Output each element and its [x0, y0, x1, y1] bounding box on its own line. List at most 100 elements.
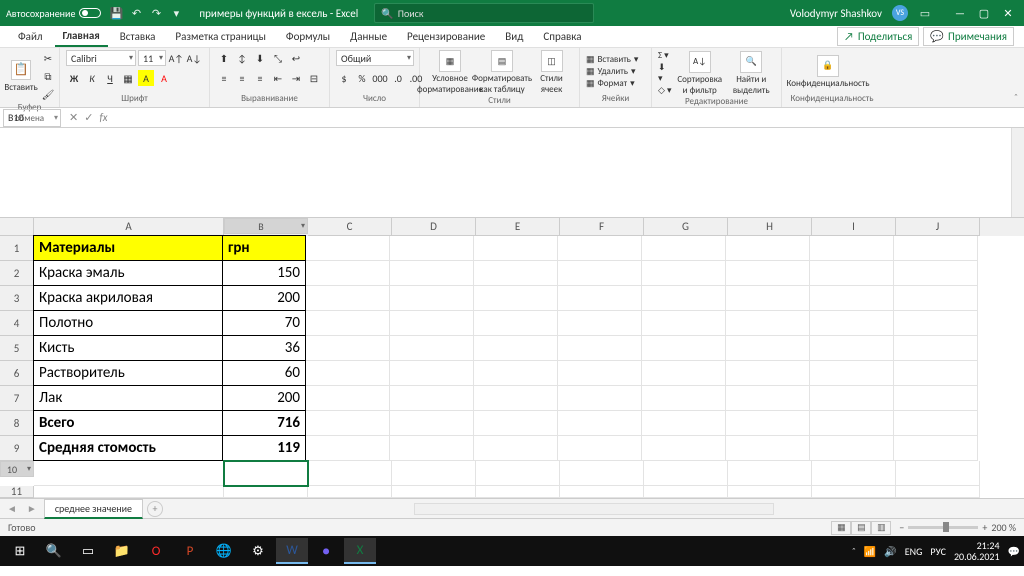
- cell[interactable]: [474, 411, 558, 436]
- cell[interactable]: Средняя стомость: [33, 435, 223, 461]
- cell[interactable]: [306, 436, 390, 461]
- row-header[interactable]: 6: [0, 361, 34, 386]
- increase-font-icon[interactable]: A↑: [168, 50, 184, 66]
- cell[interactable]: Краска акриловая: [33, 285, 223, 311]
- cancel-fx-icon[interactable]: ✕: [69, 111, 78, 124]
- cell[interactable]: 119: [222, 435, 306, 461]
- font-color-button[interactable]: A: [156, 70, 172, 86]
- cell[interactable]: [306, 411, 390, 436]
- word-icon[interactable]: W: [276, 538, 308, 564]
- column-header[interactable]: H: [728, 218, 812, 236]
- share-button[interactable]: ↗ Поделиться: [837, 27, 919, 46]
- avatar[interactable]: VS: [892, 5, 908, 21]
- cell[interactable]: 716: [222, 410, 306, 436]
- column-header[interactable]: I: [812, 218, 896, 236]
- cell[interactable]: [390, 311, 474, 336]
- conditional-format-button[interactable]: ▦Условное форматирование: [426, 50, 474, 95]
- cell[interactable]: [812, 486, 896, 498]
- italic-button[interactable]: К: [84, 70, 100, 86]
- settings-icon[interactable]: ⚙: [242, 538, 274, 564]
- cell[interactable]: [308, 461, 392, 486]
- font-size-select[interactable]: 11: [138, 50, 166, 66]
- cell[interactable]: [306, 286, 390, 311]
- cell[interactable]: [810, 236, 894, 261]
- cell[interactable]: [306, 236, 390, 261]
- cell[interactable]: [726, 436, 810, 461]
- tab-файл[interactable]: Файл: [10, 27, 51, 46]
- column-header[interactable]: B: [224, 218, 308, 234]
- fill-button[interactable]: ⬇ ▾: [658, 62, 672, 84]
- orientation-icon[interactable]: ⤡: [270, 50, 286, 66]
- row-header[interactable]: 10: [0, 461, 34, 477]
- cell[interactable]: [642, 311, 726, 336]
- cut-icon[interactable]: ✂: [40, 50, 56, 66]
- cell[interactable]: 70: [222, 310, 306, 336]
- cell[interactable]: [810, 436, 894, 461]
- ribbon-display-icon[interactable]: ▭: [918, 6, 932, 20]
- dec-inc-icon[interactable]: .0: [390, 70, 406, 86]
- chrome-icon[interactable]: 🌐: [208, 538, 240, 564]
- copy-icon[interactable]: ⧉: [40, 68, 56, 84]
- currency-icon[interactable]: $: [336, 70, 352, 86]
- align-bottom-icon[interactable]: ⬇: [252, 50, 268, 66]
- row-header[interactable]: 2: [0, 261, 34, 286]
- cell[interactable]: [390, 361, 474, 386]
- collapse-ribbon-icon[interactable]: ˆ: [1014, 91, 1018, 104]
- row-header[interactable]: 11: [0, 486, 34, 498]
- find-select-button[interactable]: 🔍Найти и выделить: [727, 51, 775, 96]
- cell[interactable]: Краска эмаль: [33, 260, 223, 286]
- cell-styles-button[interactable]: ◫Стили ячеек: [530, 50, 573, 95]
- cell[interactable]: [642, 336, 726, 361]
- cell[interactable]: [896, 461, 980, 486]
- cell[interactable]: [894, 336, 978, 361]
- delete-cells-button[interactable]: ▦ Удалить ▾: [586, 66, 638, 77]
- format-painter-icon[interactable]: 🖌: [40, 86, 56, 102]
- row-header[interactable]: 1: [0, 236, 34, 261]
- column-header[interactable]: C: [308, 218, 392, 236]
- cell[interactable]: [306, 311, 390, 336]
- cell[interactable]: [558, 436, 642, 461]
- fx-icon[interactable]: fx: [99, 111, 107, 124]
- redo-icon[interactable]: ↷: [149, 6, 163, 20]
- cell[interactable]: Кисть: [33, 335, 223, 361]
- cell[interactable]: 36: [222, 335, 306, 361]
- cell[interactable]: [894, 361, 978, 386]
- cell[interactable]: [894, 236, 978, 261]
- cell[interactable]: [726, 336, 810, 361]
- cell[interactable]: [476, 461, 560, 486]
- tab-данные[interactable]: Данные: [342, 27, 395, 46]
- comma-icon[interactable]: 000: [372, 70, 388, 86]
- cell[interactable]: [894, 286, 978, 311]
- cell[interactable]: [308, 486, 392, 498]
- cell[interactable]: [894, 311, 978, 336]
- tab-главная[interactable]: Главная: [55, 26, 108, 47]
- cell[interactable]: [224, 486, 308, 498]
- cell[interactable]: [810, 261, 894, 286]
- cell[interactable]: [726, 236, 810, 261]
- cell[interactable]: [810, 311, 894, 336]
- cell[interactable]: [894, 386, 978, 411]
- row-header[interactable]: 5: [0, 336, 34, 361]
- indent-dec-icon[interactable]: ⇤: [270, 70, 286, 86]
- cell[interactable]: Растворитель: [33, 360, 223, 386]
- cell[interactable]: грн: [222, 235, 306, 261]
- cell[interactable]: [642, 411, 726, 436]
- tab-разметка страницы[interactable]: Разметка страницы: [167, 27, 274, 46]
- sheet-nav-next[interactable]: ►: [24, 502, 40, 515]
- cell[interactable]: [810, 286, 894, 311]
- cell[interactable]: [474, 361, 558, 386]
- cell[interactable]: [34, 486, 224, 498]
- cell[interactable]: [558, 261, 642, 286]
- cell[interactable]: [558, 336, 642, 361]
- name-box[interactable]: B10: [3, 109, 61, 127]
- wrap-text-icon[interactable]: ↩: [288, 50, 304, 66]
- cell[interactable]: [894, 436, 978, 461]
- cell[interactable]: [474, 261, 558, 286]
- explorer-icon[interactable]: 📁: [106, 538, 138, 564]
- cell[interactable]: 150: [222, 260, 306, 286]
- cell[interactable]: [558, 361, 642, 386]
- align-top-icon[interactable]: ⬆: [216, 50, 232, 66]
- cell[interactable]: [390, 336, 474, 361]
- horizontal-scroll[interactable]: [167, 503, 1020, 515]
- merge-icon[interactable]: ⊟: [306, 70, 322, 86]
